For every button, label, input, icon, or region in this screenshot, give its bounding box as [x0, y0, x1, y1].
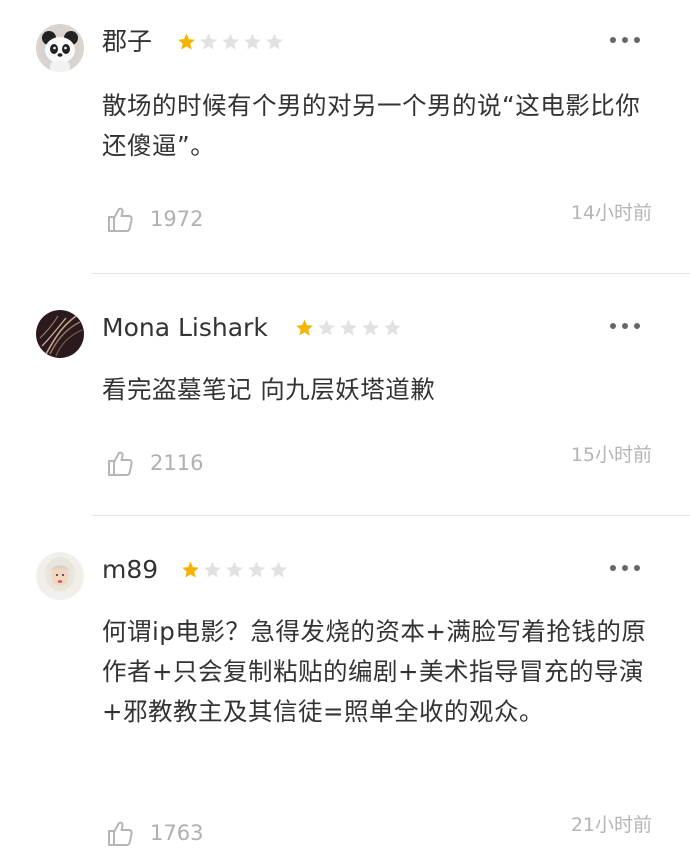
like-count: 1763 — [150, 821, 204, 845]
timestamp: 21小时前 — [570, 814, 652, 836]
thumbs-up-icon — [108, 207, 133, 232]
comment-text: 散场的时候有个男的对另一个男的说“这电影比你还傻逼”。 — [102, 91, 641, 160]
username[interactable]: m89 — [102, 554, 158, 586]
rating-stars — [176, 32, 285, 52]
star-empty-icon — [222, 33, 239, 50]
like-button[interactable]: 1763 — [106, 818, 203, 848]
like-count: 2116 — [150, 451, 204, 475]
portrait-avatar-icon — [36, 552, 84, 600]
star-empty-icon — [248, 561, 265, 578]
star-empty-icon — [200, 33, 217, 50]
star-empty-icon — [266, 33, 283, 50]
star-empty-icon — [226, 561, 243, 578]
username[interactable]: Mona Lishark — [102, 312, 268, 344]
star-empty-icon — [318, 319, 335, 336]
star-empty-icon — [362, 319, 379, 336]
dark-feather-avatar-icon — [36, 310, 84, 358]
avatar[interactable] — [36, 310, 84, 358]
rating-stars — [294, 318, 403, 338]
more-options-button[interactable] — [610, 34, 640, 46]
star-empty-icon — [244, 33, 261, 50]
star-filled-icon — [178, 33, 195, 50]
comment-item: m89 何谓ip电影？急得发烧的资本+满脸写着抢钱的原作者+只会复制粘贴的编剧+… — [0, 516, 690, 852]
comment-item: 郡子 散场的时候有个男的对另一个男的说“这电影比你还傻逼”。 1972 14小时… — [0, 0, 690, 274]
like-count: 1972 — [150, 207, 204, 231]
thumbs-up-icon — [108, 821, 133, 846]
comment-item: Mona Lishark 看完盗墓笔记 向九层妖塔道歉 2116 15小时前 — [0, 274, 690, 516]
star-empty-icon — [270, 561, 287, 578]
star-filled-icon — [182, 561, 199, 578]
timestamp: 14小时前 — [570, 202, 652, 224]
more-options-button[interactable] — [610, 320, 640, 332]
avatar[interactable] — [36, 552, 84, 600]
comment-text: 看完盗墓笔记 向九层妖塔道歉 — [102, 375, 436, 404]
panda-avatar-icon — [36, 24, 84, 72]
like-button[interactable]: 2116 — [106, 448, 203, 478]
avatar[interactable] — [36, 24, 84, 72]
star-empty-icon — [384, 319, 401, 336]
rating-stars — [180, 560, 289, 580]
username[interactable]: 郡子 — [102, 26, 152, 58]
star-empty-icon — [340, 319, 357, 336]
star-empty-icon — [204, 561, 221, 578]
star-filled-icon — [296, 319, 313, 336]
comment-text: 何谓ip电影？急得发烧的资本+满脸写着抢钱的原作者+只会复制粘贴的编剧+美术指导… — [102, 617, 647, 726]
timestamp: 15小时前 — [570, 444, 652, 466]
thumbs-up-icon — [108, 451, 133, 476]
like-button[interactable]: 1972 — [106, 204, 203, 234]
more-options-button[interactable] — [610, 562, 640, 574]
